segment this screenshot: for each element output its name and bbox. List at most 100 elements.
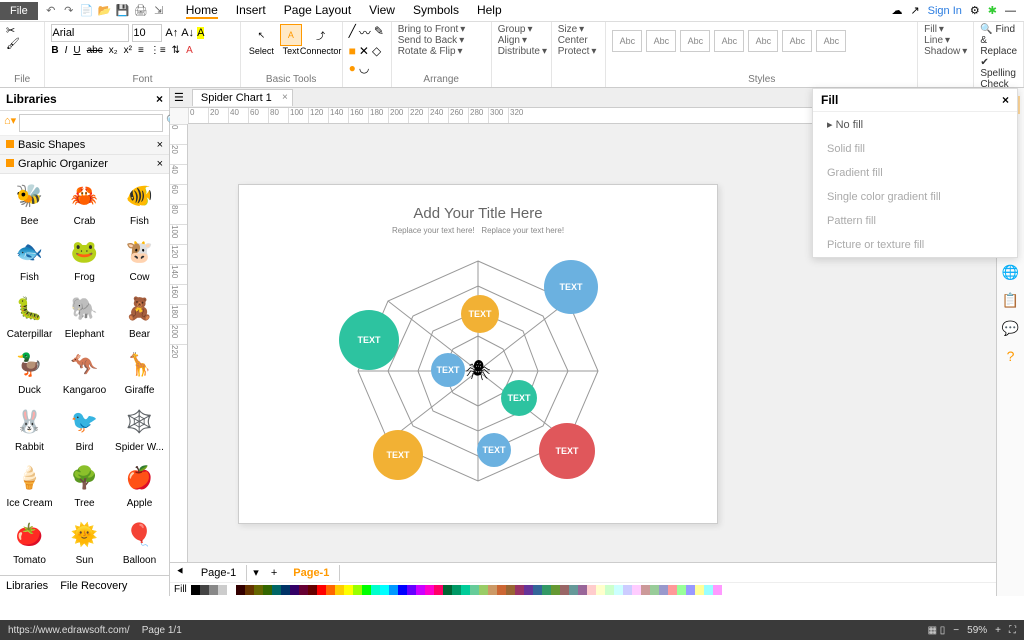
bubble[interactable]: TEXT bbox=[501, 380, 537, 416]
format-painter-icon[interactable]: 🖌 bbox=[6, 38, 20, 50]
color-swatch[interactable] bbox=[479, 585, 488, 595]
sub-icon[interactable]: x₂ bbox=[109, 45, 118, 56]
library-shape[interactable]: 🐠Fish bbox=[114, 178, 165, 232]
line-shape-icon[interactable]: ╱ bbox=[349, 24, 356, 41]
color-swatch[interactable] bbox=[632, 585, 641, 595]
add-page-icon[interactable]: + bbox=[265, 567, 283, 579]
menu-page-layout[interactable]: Page Layout bbox=[284, 3, 351, 19]
menu-view[interactable]: View bbox=[369, 3, 395, 19]
library-shape[interactable]: 🐝Bee bbox=[4, 178, 55, 232]
cat-graphic-organizer[interactable]: Graphic Organizer bbox=[18, 158, 108, 170]
help-tool-icon[interactable]: ? bbox=[1002, 348, 1020, 366]
color-swatch[interactable] bbox=[434, 585, 443, 595]
color-swatch[interactable] bbox=[614, 585, 623, 595]
page-options-icon[interactable]: ▾ bbox=[247, 566, 265, 579]
menu-help[interactable]: Help bbox=[477, 3, 502, 19]
align[interactable]: Align bbox=[498, 35, 520, 46]
bubble[interactable]: TEXT bbox=[431, 353, 465, 387]
page-tab-active[interactable]: Page-1 bbox=[283, 565, 340, 581]
send-back[interactable]: Send to Back bbox=[398, 35, 457, 46]
fit-icon[interactable]: ⛶ bbox=[1009, 625, 1016, 636]
library-shape[interactable]: 🧸Bear bbox=[114, 291, 165, 345]
library-shape[interactable]: 🦒Giraffe bbox=[114, 347, 165, 401]
center[interactable]: Center bbox=[558, 35, 588, 46]
open-icon[interactable]: 📂 bbox=[98, 4, 112, 18]
distribute[interactable]: Distribute bbox=[498, 46, 540, 57]
highlight-icon[interactable]: A bbox=[197, 27, 204, 39]
underline-icon[interactable]: U bbox=[73, 45, 80, 56]
font-size-select[interactable] bbox=[132, 24, 162, 42]
cat-close-icon[interactable]: × bbox=[157, 158, 163, 170]
zoom-out-icon[interactable]: − bbox=[953, 625, 959, 636]
color-swatch[interactable] bbox=[425, 585, 434, 595]
save-icon[interactable]: 💾 bbox=[116, 4, 130, 18]
bubble[interactable]: TEXT bbox=[477, 433, 511, 467]
color-swatch[interactable] bbox=[578, 585, 587, 595]
font-name-select[interactable] bbox=[51, 24, 129, 42]
undo-icon[interactable]: ↶ bbox=[44, 4, 58, 18]
style-preset[interactable]: Abc bbox=[612, 30, 642, 52]
italic-icon[interactable]: I bbox=[65, 45, 68, 56]
share-icon[interactable]: ↗ bbox=[910, 4, 919, 17]
color-swatch[interactable] bbox=[542, 585, 551, 595]
color-swatch[interactable] bbox=[515, 585, 524, 595]
color-swatch[interactable] bbox=[623, 585, 632, 595]
connector-tool[interactable]: ⤴Connector bbox=[306, 24, 336, 56]
color-swatch[interactable] bbox=[704, 585, 713, 595]
color-swatch[interactable] bbox=[605, 585, 614, 595]
cross-shape-icon[interactable]: ✕ bbox=[359, 44, 369, 58]
sign-in-link[interactable]: Sign In bbox=[928, 5, 962, 17]
fill-edit[interactable]: Fill bbox=[924, 24, 937, 35]
poly-shape-icon[interactable]: ◇ bbox=[372, 44, 381, 58]
style-preset[interactable]: Abc bbox=[782, 30, 812, 52]
library-shape[interactable]: 🐛Caterpillar bbox=[4, 291, 55, 345]
library-shape[interactable]: 🎈Balloon bbox=[114, 517, 165, 571]
rect-shape-icon[interactable]: ■ bbox=[349, 44, 356, 58]
color-swatch[interactable] bbox=[488, 585, 497, 595]
color-swatch[interactable] bbox=[272, 585, 281, 595]
cloud-icon[interactable]: ☁ bbox=[891, 4, 902, 17]
tab-libraries[interactable]: Libraries bbox=[6, 580, 48, 592]
bubble[interactable]: TEXT bbox=[461, 295, 499, 333]
color-swatch[interactable] bbox=[263, 585, 272, 595]
color-swatch[interactable] bbox=[452, 585, 461, 595]
color-swatch[interactable] bbox=[317, 585, 326, 595]
color-swatch[interactable] bbox=[596, 585, 605, 595]
home-icon[interactable]: ⌂▾ bbox=[4, 114, 16, 132]
library-shape[interactable]: 🌳Tree bbox=[59, 460, 110, 514]
cat-basic-shapes[interactable]: Basic Shapes bbox=[18, 139, 85, 151]
group[interactable]: Group bbox=[498, 24, 526, 35]
color-swatch[interactable] bbox=[353, 585, 362, 595]
doc-tool-icon[interactable]: 📋 bbox=[1002, 292, 1020, 310]
protect[interactable]: Protect bbox=[558, 46, 590, 57]
settings-icon[interactable]: ⚙ bbox=[970, 4, 980, 17]
increase-font-icon[interactable]: A↑ bbox=[165, 27, 178, 39]
find-replace[interactable]: 🔍 Find & Replace bbox=[980, 24, 1017, 57]
color-swatch[interactable] bbox=[461, 585, 470, 595]
library-shape[interactable]: 🐸Frog bbox=[59, 234, 110, 288]
color-swatch[interactable] bbox=[659, 585, 668, 595]
color-swatch[interactable] bbox=[362, 585, 371, 595]
color-swatch[interactable] bbox=[641, 585, 650, 595]
color-swatch[interactable] bbox=[281, 585, 290, 595]
web-tool-icon[interactable]: 🌐 bbox=[1002, 264, 1020, 282]
color-swatch[interactable] bbox=[308, 585, 317, 595]
library-shape[interactable]: 🌞Sun bbox=[59, 517, 110, 571]
page-nav-icon[interactable]: ⯇ bbox=[170, 566, 191, 579]
page[interactable]: Add Your Title Here Replace your text he… bbox=[238, 184, 718, 524]
size[interactable]: Size bbox=[558, 24, 577, 35]
color-swatch[interactable] bbox=[290, 585, 299, 595]
paste-icon[interactable]: ✂ bbox=[6, 25, 15, 37]
ellipse-shape-icon[interactable]: ● bbox=[349, 61, 356, 75]
color-swatch[interactable] bbox=[686, 585, 695, 595]
color-swatch[interactable] bbox=[713, 585, 722, 595]
color-swatch[interactable] bbox=[551, 585, 560, 595]
library-shape[interactable]: 🐘Elephant bbox=[59, 291, 110, 345]
color-swatch[interactable] bbox=[191, 585, 200, 595]
new-icon[interactable]: 📄 bbox=[80, 4, 94, 18]
color-swatch[interactable] bbox=[587, 585, 596, 595]
color-swatch[interactable] bbox=[695, 585, 704, 595]
library-shape[interactable]: 🍎Apple bbox=[114, 460, 165, 514]
fill-opt-none[interactable]: ▸ No fill bbox=[813, 112, 1017, 137]
color-swatch[interactable] bbox=[524, 585, 533, 595]
